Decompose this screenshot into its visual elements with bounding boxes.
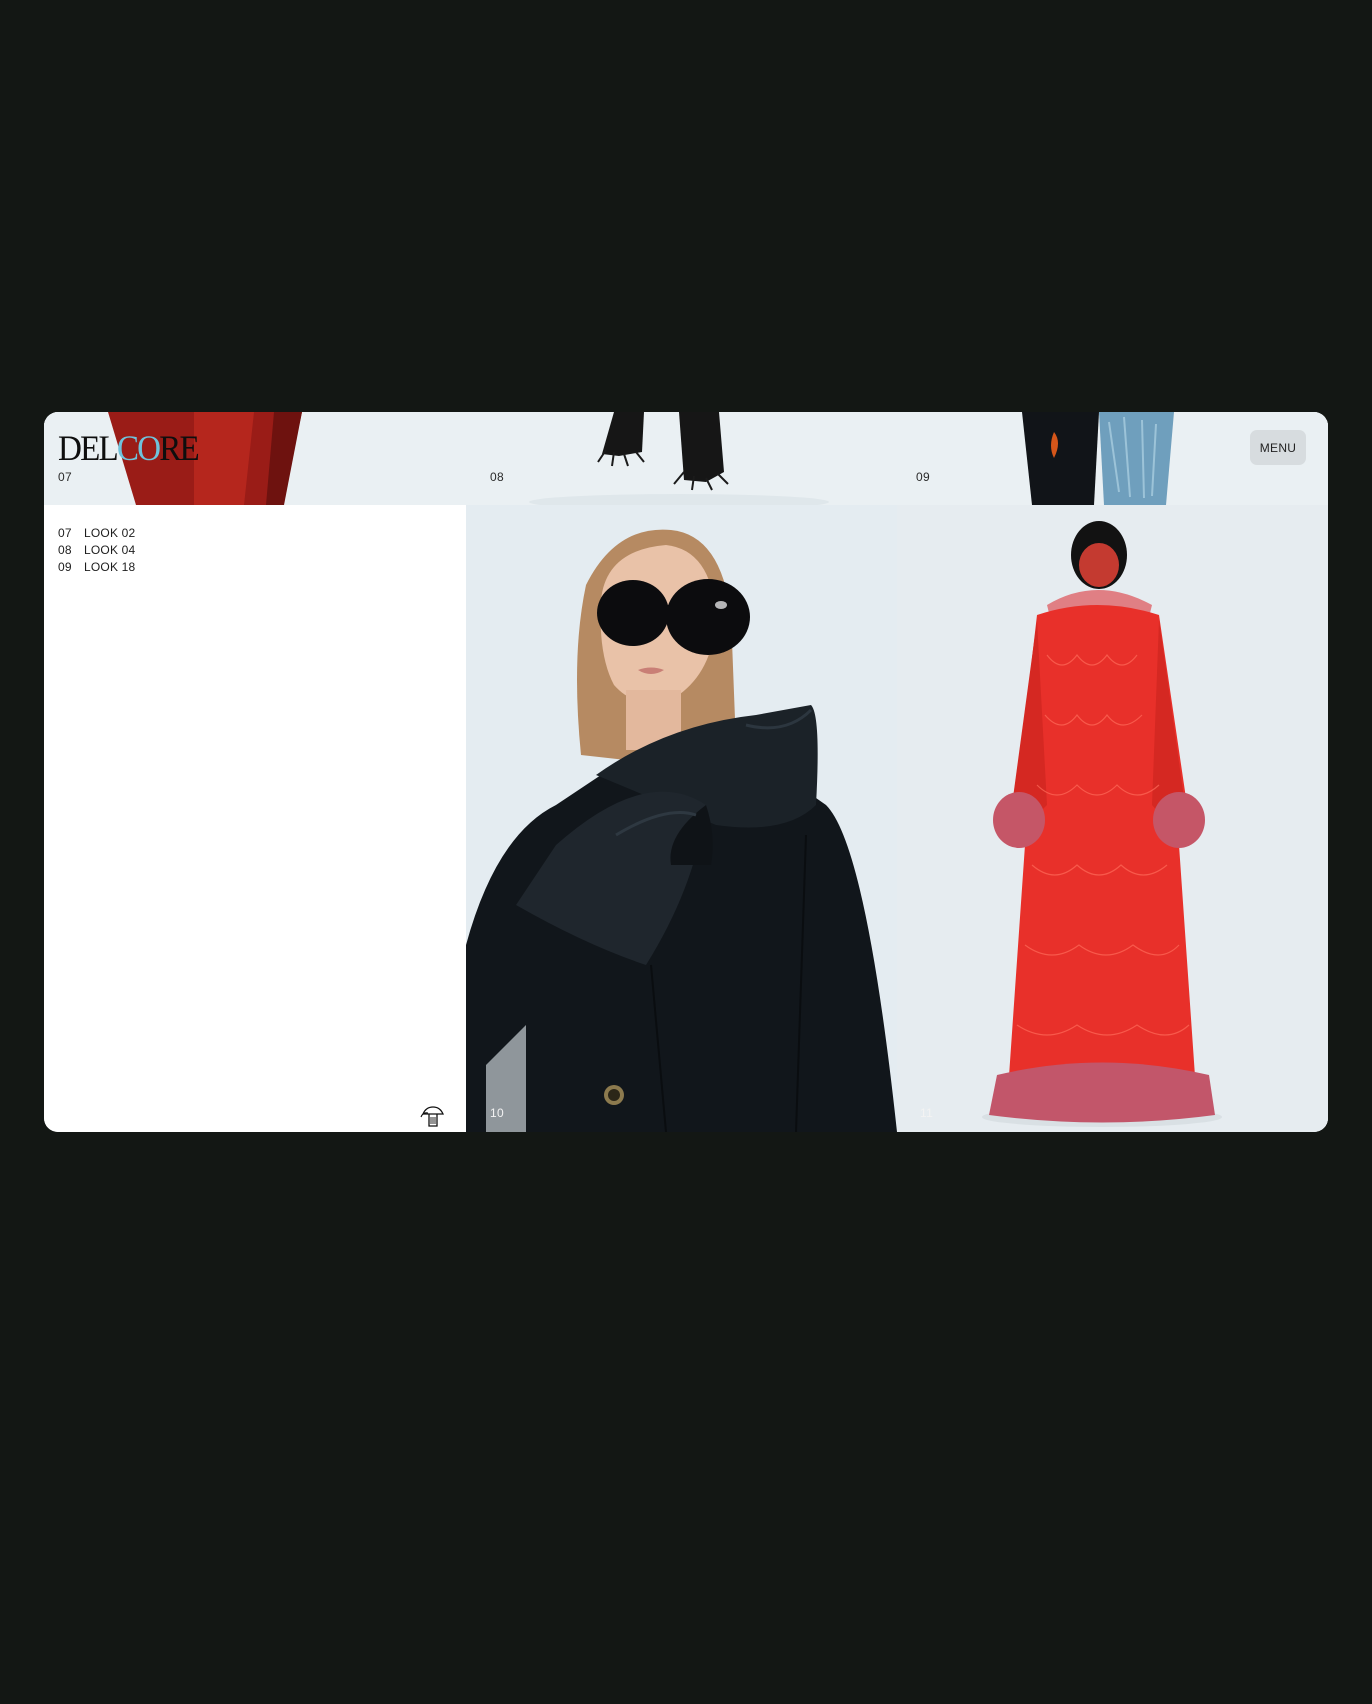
- photo-number: 10: [490, 1106, 504, 1120]
- look-label: LOOK 04: [84, 543, 136, 557]
- look-number: 07: [58, 526, 72, 540]
- list-item[interactable]: 09 LOOK 18: [58, 559, 135, 576]
- look-number: 08: [58, 543, 72, 557]
- look-label: LOOK 02: [84, 526, 136, 540]
- fringe-shoes-crop: [474, 412, 904, 505]
- mushroom-icon[interactable]: [420, 1104, 446, 1128]
- looks-panel: 07 LOOK 02 08 LOOK 04 09 LOOK 18: [44, 505, 466, 1132]
- red-feather-gown-photo: [897, 505, 1328, 1132]
- logo-text: DEL: [58, 428, 119, 468]
- brand-logo[interactable]: DELCORE: [58, 428, 200, 468]
- list-item[interactable]: 08 LOOK 04: [58, 542, 135, 559]
- look-label: LOOK 18: [84, 560, 136, 574]
- strip-number: 07: [58, 470, 72, 484]
- strip-number: 08: [490, 470, 504, 484]
- menu-button[interactable]: MENU: [1250, 430, 1306, 465]
- list-item[interactable]: 07 LOOK 02: [58, 525, 135, 542]
- photo-11[interactable]: 11: [897, 505, 1328, 1132]
- gallery-window: 07 08 09 DELCORE MENU 07 LOOK 02 08 LOOK…: [44, 412, 1328, 1132]
- photo-number: 11: [920, 1106, 934, 1120]
- strip-number: 09: [916, 470, 930, 484]
- looks-list: 07 LOOK 02 08 LOOK 04 09 LOOK 18: [58, 525, 135, 576]
- top-strip: 07 08 09 DELCORE MENU: [44, 412, 1328, 505]
- photo-10[interactable]: 10: [466, 505, 897, 1132]
- black-bow-coat-photo: [466, 505, 897, 1132]
- strip-image-08[interactable]: 08: [474, 412, 904, 505]
- look-number: 09: [58, 560, 72, 574]
- logo-text: RE: [159, 428, 199, 468]
- logo-accent-text: CO: [116, 428, 161, 468]
